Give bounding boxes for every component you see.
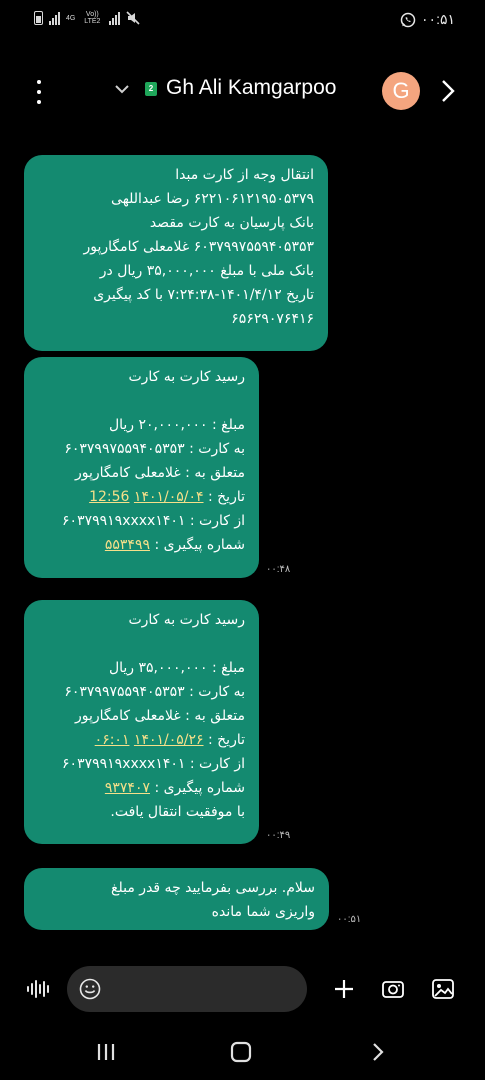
message-input[interactable]	[67, 966, 307, 1012]
recents-icon[interactable]	[94, 1040, 118, 1064]
message-line: واریزی شما مانده	[211, 904, 315, 920]
more-vert-icon[interactable]	[32, 80, 46, 104]
message-bubble[interactable]: رسید کارت به کارت مبلغ : ۳۵,۰۰۰,۰۰۰ ریال…	[24, 600, 259, 844]
receipt-owner: متعلق به : غلامعلی کامگارپور	[74, 708, 245, 724]
message-bubble[interactable]: انتقال وجه از کارت مبدا ۶۲۲۱۰۶۱۲۱۹۵۰۵۳۷۹…	[24, 155, 328, 351]
receipt-tracking-row: شماره پیگیری : ۵۵۳۴۹۹	[38, 533, 245, 557]
whatsapp-icon	[400, 12, 416, 27]
message-bubble[interactable]: رسید کارت به کارت مبلغ : ۲۰,۰۰۰,۰۰۰ ریال…	[24, 357, 259, 578]
camera-icon[interactable]	[381, 977, 405, 1001]
network-type: 4G	[66, 14, 76, 22]
receipt-from-card: از کارت : ۶۰۳۷۹۹۱۹xxxx۱۴۰۱	[62, 513, 245, 529]
chevron-down-icon[interactable]	[113, 80, 131, 98]
message-line: ۶۵۶۲۹۰۷۶۴۱۶	[231, 311, 314, 327]
receipt-title: رسید کارت به کارت	[128, 612, 245, 628]
receipt-tracking-row: شماره پیگیری : ۹۳۷۴۰۷	[38, 776, 245, 800]
message-line: بانک پارسیان به کارت مقصد	[149, 215, 314, 231]
battery-icon	[34, 11, 43, 25]
system-nav-bar	[0, 1030, 485, 1080]
receipt-title: رسید کارت به کارت	[128, 369, 245, 385]
receipt-tracking-label: شماره پیگیری :	[154, 780, 245, 796]
message-time: ۰۰:۴۸	[266, 564, 291, 575]
emoji-icon[interactable]	[79, 978, 101, 1000]
status-left: 4G Vo)) LTE2	[34, 11, 140, 25]
tracking-link[interactable]: ۵۵۳۴۹۹	[105, 537, 150, 553]
message-time: ۰۰:۴۹	[266, 830, 291, 841]
signal-icon	[49, 11, 60, 25]
receipt-date-row: تاریخ : ۱۴۰۱/۰۵/۰۴ 12:56	[38, 485, 245, 509]
voice-icon[interactable]	[27, 978, 49, 1000]
message-bubble[interactable]: سلام. بررسی بفرمایید چه قدر مبلغ واریزی …	[24, 868, 329, 930]
tracking-link[interactable]: ۹۳۷۴۰۷	[105, 780, 150, 796]
sim-badge: 2	[145, 82, 157, 96]
message-line: ۶۲۲۱۰۶۱۲۱۹۵۰۵۳۷۹ رضا عبداللهی	[111, 191, 314, 207]
chevron-right-icon[interactable]	[438, 78, 458, 104]
conversation-header: 2 Gh Ali Kamgarpoo G	[0, 66, 485, 118]
date-link[interactable]: ۱۴۰۱/۰۵/۲۶	[134, 732, 204, 748]
message-time: ۰۰:۵۱	[337, 914, 362, 925]
message-line: بانک ملی با مبلغ ۳۵,۰۰۰,۰۰۰ ریال در	[99, 263, 314, 279]
gallery-icon[interactable]	[431, 977, 455, 1001]
receipt-tracking-label: شماره پیگیری :	[154, 537, 245, 553]
receipt-result: با موفقیت انتقال یافت.	[110, 804, 245, 820]
message-line: انتقال وجه از کارت مبدا	[175, 167, 314, 183]
message-line: ۶۰۳۷۹۹۷۵۵۹۴۰۵۳۵۳ غلامعلی کامگارپور	[83, 239, 314, 255]
receipt-date-row: تاریخ : ۱۴۰۱/۰۵/۲۶ ۰۶:۰۱	[38, 728, 245, 752]
time-link[interactable]: ۰۶:۰۱	[95, 732, 130, 748]
date-link[interactable]: ۱۴۰۱/۰۵/۰۴	[134, 489, 204, 505]
composer-bar	[0, 962, 485, 1020]
message-line: سلام. بررسی بفرمایید چه قدر مبلغ	[111, 880, 315, 896]
receipt-amount: مبلغ : ۲۰,۰۰۰,۰۰۰ ریال	[108, 417, 245, 433]
plus-icon[interactable]	[332, 977, 356, 1001]
receipt-owner: متعلق به : غلامعلی کامگارپور	[74, 465, 245, 481]
status-right: ۰۰:۵۱	[400, 11, 455, 28]
home-icon[interactable]	[229, 1040, 253, 1064]
receipt-amount: مبلغ : ۳۵,۰۰۰,۰۰۰ ریال	[108, 660, 245, 676]
status-bar: 4G Vo)) LTE2 ۰۰:۵۱	[0, 0, 485, 40]
message-line: تاریخ ۱۴۰۱/۴/۱۲-۷:۲۴:۳۸ با کد پیگیری	[93, 287, 314, 303]
clock: ۰۰:۵۱	[421, 11, 455, 27]
avatar[interactable]: G	[382, 72, 420, 110]
contact-name[interactable]: Gh Ali Kamgarpoo	[166, 76, 336, 100]
time-link[interactable]: 12:56	[89, 489, 129, 505]
receipt-to-card: به کارت : ۶۰۳۷۹۹۷۵۵۹۴۰۵۳۵۳	[64, 684, 245, 700]
signal-icon	[109, 11, 121, 25]
receipt-date-label: تاریخ :	[207, 732, 245, 748]
volte-label: Vo)) LTE2	[84, 11, 101, 25]
back-icon[interactable]	[366, 1040, 390, 1064]
receipt-from-card: از کارت : ۶۰۳۷۹۹۱۹xxxx۱۴۰۱	[62, 756, 245, 772]
receipt-date-label: تاریخ :	[207, 489, 245, 505]
mute-icon	[126, 11, 140, 25]
receipt-to-card: به کارت : ۶۰۳۷۹۹۷۵۵۹۴۰۵۳۵۳	[64, 441, 245, 457]
